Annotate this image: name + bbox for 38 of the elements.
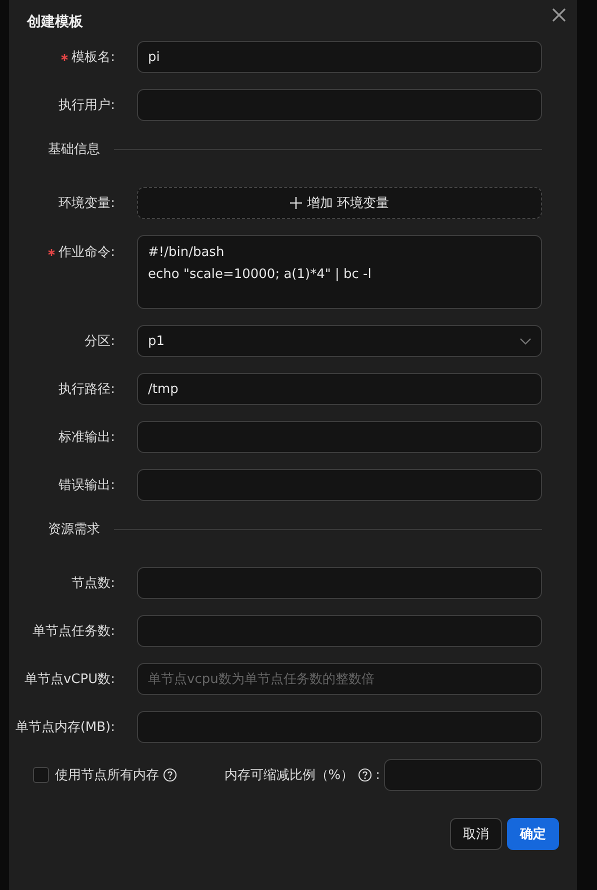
input-field[interactable] xyxy=(137,615,542,647)
confirm-button[interactable]: 确定 xyxy=(507,818,559,850)
colon: : xyxy=(376,768,380,782)
field-label: 标准输出: xyxy=(58,429,115,446)
add-variable-button[interactable]: 增加 环境变量 xyxy=(137,187,542,219)
select-field[interactable]: p1 xyxy=(137,325,542,357)
field-label: 模板名: xyxy=(72,49,115,66)
field-label: 内存可缩减比例（%） xyxy=(224,767,354,784)
cancel-button[interactable]: 取消 xyxy=(450,818,502,850)
input-field[interactable]: /tmp xyxy=(137,373,542,405)
field-label: 单节点内存(MB): xyxy=(15,719,115,736)
plus-icon xyxy=(290,197,302,209)
help-icon xyxy=(358,768,372,782)
field-label: 错误输出: xyxy=(58,477,115,494)
field-label: 环境变量: xyxy=(58,195,115,212)
checkbox-label: 使用节点所有内存 xyxy=(55,767,159,784)
field-label: 分区: xyxy=(84,333,115,350)
chevron-down-icon xyxy=(520,338,531,344)
input-field[interactable] xyxy=(137,567,542,599)
command-textarea[interactable]: #!/bin/bash echo "scale=10000; a(1)*4" | bc -l xyxy=(137,235,542,309)
field-label: 作业命令: xyxy=(58,244,115,261)
field-label: 单节点任务数: xyxy=(32,623,115,640)
input-field[interactable] xyxy=(137,421,542,453)
help-icon xyxy=(163,768,177,782)
field-label: 执行路径: xyxy=(58,381,115,398)
field-label: 单节点vCPU数: xyxy=(24,671,115,688)
field-label: 执行用户: xyxy=(58,97,115,114)
input-field[interactable]: pi xyxy=(137,41,542,73)
input-field[interactable] xyxy=(137,89,542,121)
dialog-title: 创建模板 xyxy=(27,13,83,31)
input-field[interactable] xyxy=(137,469,542,501)
field-label: 节点数: xyxy=(72,575,115,592)
section-title: 基础信息 xyxy=(48,141,100,158)
input-field[interactable] xyxy=(137,711,542,743)
close-icon[interactable] xyxy=(552,8,566,22)
checkbox[interactable] xyxy=(33,767,49,783)
section-title: 资源需求 xyxy=(48,521,100,538)
input-field[interactable] xyxy=(384,759,542,791)
